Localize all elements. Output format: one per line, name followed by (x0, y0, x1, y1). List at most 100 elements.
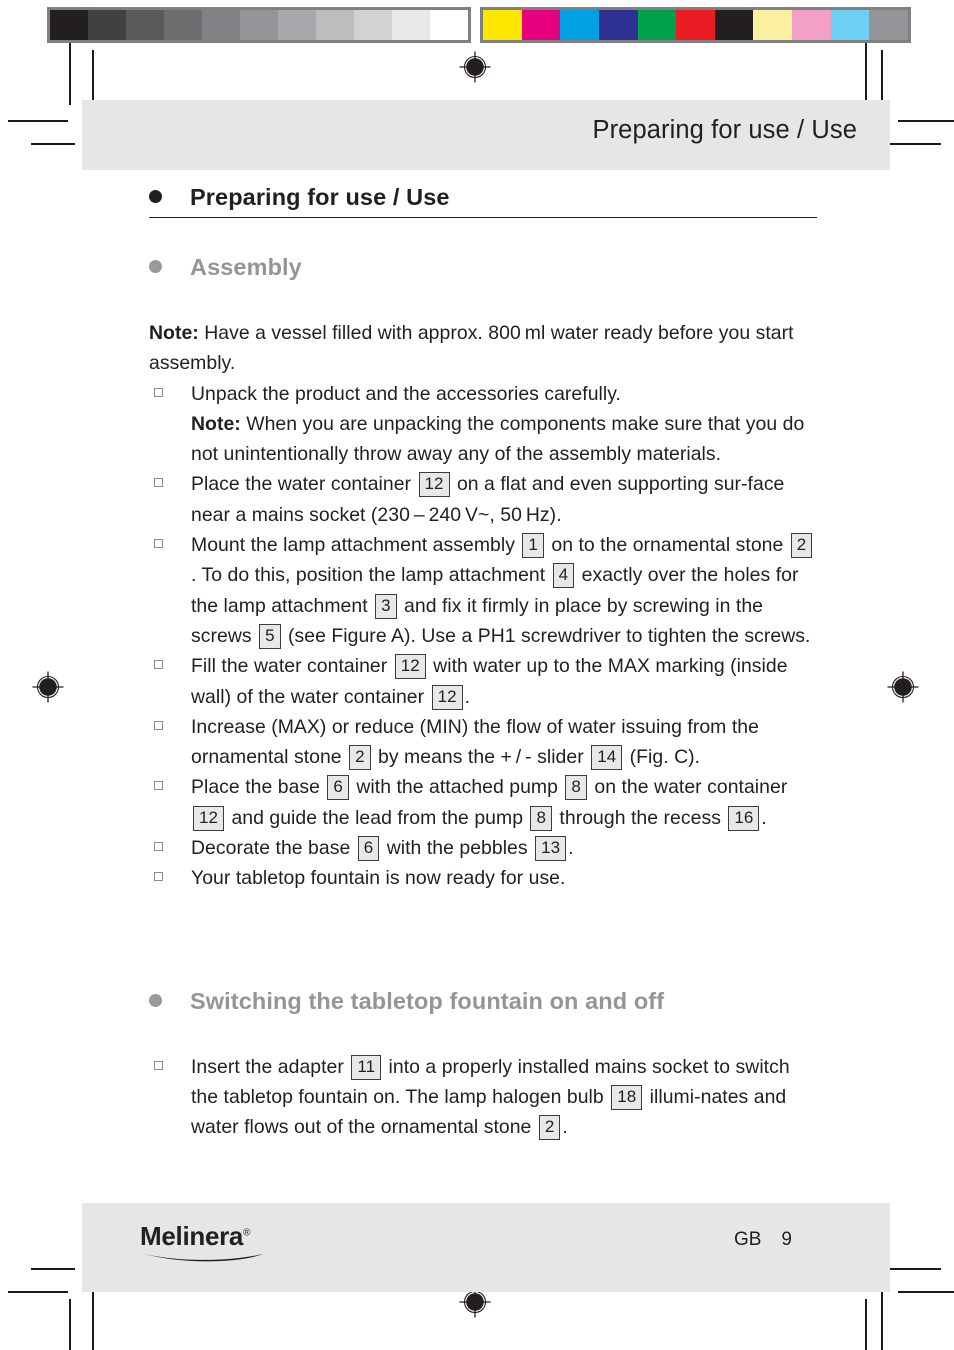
square-bullet-icon (154, 872, 163, 882)
square-bullet-icon (154, 660, 163, 670)
color-swatch-2 (560, 10, 599, 40)
part-reference-11: 11 (351, 1054, 382, 1080)
square-bullet-icon (154, 842, 163, 852)
assembly-step-list: Unpack the product and the accessories c… (149, 379, 817, 894)
page-canvas: Preparing for use / Use Preparing for us… (0, 0, 954, 1350)
crop-mark-right-bottom-inner (889, 1268, 941, 1270)
step-adjust-flow: Increase (MAX) or reduce (MIN) the flow … (149, 712, 817, 773)
color-swatch-8 (792, 10, 831, 40)
running-head: Preparing for use / Use (592, 116, 857, 144)
note-intro-paragraph: Note: Have a vessel filled with approx. … (149, 322, 794, 375)
crop-mark-left-top-inner (31, 143, 75, 145)
crop-mark-right-bottom-outer (898, 1291, 954, 1293)
step-mount-lamp: Mount the lamp attachment assembly 1 on … (149, 530, 817, 651)
crop-mark-left-top-outer (8, 120, 68, 122)
page-footer-band: Melinera® GB 9 (82, 1203, 890, 1292)
part-reference-8: 8 (530, 805, 552, 831)
color-swatch-1 (521, 10, 561, 40)
footer-locale: GB (733, 1229, 762, 1250)
square-bullet-icon (154, 539, 163, 549)
color-swatch-9 (830, 10, 870, 40)
part-reference-13: 13 (535, 836, 567, 862)
page-content: Preparing for use / Use Assembly Note: H… (149, 184, 817, 1143)
step-ready: Your tabletop fountain is now ready for … (149, 863, 817, 893)
crop-mark-left-bottom-outer (8, 1291, 68, 1293)
part-reference-4: 4 (552, 563, 575, 589)
part-reference-2: 2 (790, 533, 813, 559)
melinera-logo: Melinera® (140, 1221, 275, 1267)
bullet-dot-icon (149, 260, 162, 273)
part-reference-14: 14 (591, 745, 623, 771)
melinera-wordmark: Melinera® (140, 1221, 275, 1252)
square-bullet-icon (154, 720, 163, 730)
brand-name: Melinera (140, 1221, 244, 1251)
square-bullet-icon (154, 1060, 163, 1070)
gray-swatch-6 (278, 10, 316, 40)
bullet-dot-icon (149, 190, 162, 203)
gray-swatch-4 (202, 10, 240, 40)
crop-mark-bottom-left-outer (69, 1299, 71, 1350)
crop-mark-right-top-outer (898, 120, 954, 122)
gray-swatch-7 (316, 10, 354, 40)
footer-page-number: 9 (781, 1229, 792, 1250)
step-insert-adapter: Insert the adapter 11 into a properly in… (149, 1052, 817, 1143)
gray-swatch-9 (392, 10, 430, 40)
bullet-dot-icon (149, 993, 162, 1007)
registration-target-icon-right (886, 670, 920, 704)
part-reference-12: 12 (418, 472, 450, 498)
part-reference-1: 1 (522, 533, 544, 559)
step-fill-container: Fill the water container 12 with water u… (149, 651, 817, 712)
emphasis-label: Note: (191, 412, 241, 435)
color-swatch-10 (869, 10, 909, 40)
part-reference-5: 5 (259, 623, 281, 649)
color-control-strip (480, 7, 911, 43)
part-reference-6: 6 (357, 836, 380, 862)
gray-swatch-8 (354, 10, 392, 40)
part-reference-12: 12 (431, 684, 463, 710)
gray-swatch-2 (126, 10, 164, 40)
registration-target-icon-top (458, 50, 492, 84)
gray-swatch-10 (430, 10, 468, 40)
section-heading-assembly-label: Assembly (190, 254, 302, 280)
part-reference-2: 2 (538, 1115, 561, 1141)
part-reference-12: 12 (193, 805, 225, 831)
section-heading-main-wrap: Preparing for use / Use (149, 184, 817, 218)
section-heading-switching-label: Switching the tabletop fountain on and o… (190, 987, 665, 1014)
part-reference-12: 12 (394, 654, 426, 680)
step-place-container: Place the water container 12 on a flat a… (149, 469, 817, 530)
gray-swatch-1 (88, 10, 126, 40)
crop-mark-top-left-outer (69, 43, 71, 105)
crop-mark-bottom-right-outer (865, 1299, 867, 1350)
switching-step-list: Insert the adapter 11 into a properly in… (149, 1052, 817, 1143)
crop-mark-right-top-inner (889, 143, 941, 145)
square-bullet-icon (154, 781, 163, 791)
square-bullet-icon (154, 387, 163, 397)
grayscale-control-strip (47, 7, 471, 43)
crop-mark-left-bottom-inner (31, 1268, 75, 1270)
registration-target-icon-left (31, 670, 65, 704)
footer-page-indicator: GB 9 (734, 1229, 792, 1251)
gray-swatch-0 (50, 10, 88, 40)
color-swatch-6 (714, 10, 754, 40)
gray-swatch-5 (240, 10, 278, 40)
section-heading-switching: Switching the tabletop fountain on and o… (149, 988, 817, 1015)
part-reference-8: 8 (565, 775, 587, 801)
section-heading-main-label: Preparing for use / Use (190, 184, 450, 210)
step-decorate-base: Decorate the base 6 with the pebbles 13. (149, 833, 817, 863)
registered-trademark-icon: ® (243, 1227, 251, 1239)
part-reference-2: 2 (349, 745, 371, 771)
color-swatch-0 (483, 10, 522, 40)
section-heading-main: Preparing for use / Use (149, 184, 817, 211)
section-heading-assembly: Assembly (149, 254, 817, 281)
color-swatch-5 (676, 10, 715, 40)
part-reference-18: 18 (611, 1084, 643, 1110)
color-swatch-3 (598, 10, 638, 40)
step-place-base: Place the base 6 with the attached pump … (149, 772, 817, 833)
gray-swatch-3 (164, 10, 202, 40)
part-reference-6: 6 (327, 775, 349, 801)
part-reference-16: 16 (728, 805, 760, 831)
crop-mark-top-right-outer (865, 43, 867, 105)
color-swatch-7 (753, 10, 793, 40)
color-swatch-4 (637, 10, 677, 40)
logo-swoosh-icon (141, 1253, 263, 1262)
